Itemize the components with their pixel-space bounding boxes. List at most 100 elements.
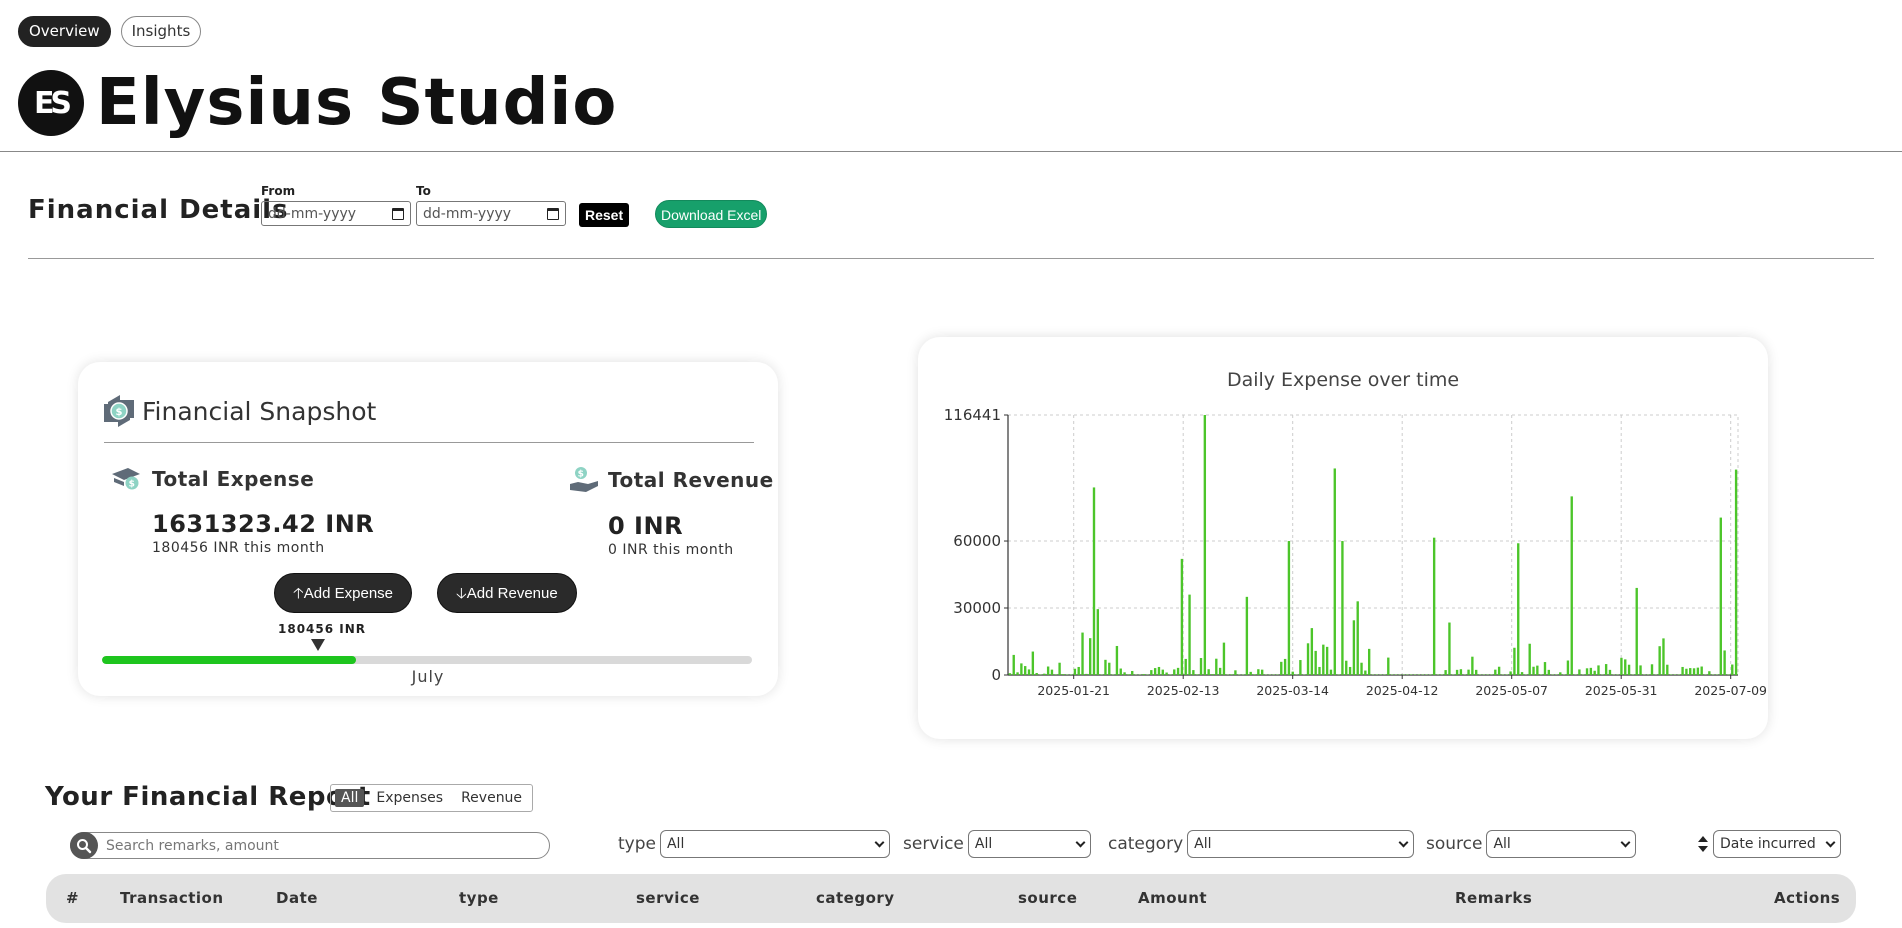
expense-bar	[1012, 654, 1015, 675]
expense-bar	[1356, 601, 1359, 675]
total-revenue-label: Total Revenue	[608, 468, 774, 492]
expense-bar	[1218, 667, 1222, 675]
expense-bar	[1345, 660, 1348, 675]
expense-bar	[1536, 665, 1539, 675]
report-type-segment: All Expenses Revenue	[330, 784, 534, 812]
download-excel-button[interactable]: Download Excel	[655, 200, 768, 228]
expense-bar	[1681, 666, 1684, 675]
snapshot-title: Financial Snapshot	[142, 396, 377, 426]
expense-bar	[1283, 658, 1287, 675]
segment-all[interactable]: All	[335, 789, 365, 807]
expense-bar	[1639, 665, 1642, 675]
expense-bar	[1513, 647, 1516, 675]
column-header-type: type	[459, 889, 499, 907]
expense-bar	[1104, 659, 1107, 675]
expense-bar	[1046, 666, 1050, 675]
expense-bar	[1211, 674, 1214, 675]
expense-bar	[1058, 662, 1061, 675]
expense-bar	[1203, 415, 1207, 675]
expense-bar	[1352, 620, 1356, 675]
expense-bar	[1092, 487, 1096, 675]
column-header-category: category	[816, 889, 895, 907]
expense-bar	[1692, 668, 1696, 675]
segment-revenue[interactable]: Revenue	[455, 789, 528, 807]
add-expense-button[interactable]: 🡡Add Expense	[274, 573, 413, 613]
sort-icon[interactable]	[1697, 835, 1709, 853]
calendar-icon[interactable]	[392, 207, 404, 220]
source-select[interactable]: All	[1486, 830, 1637, 858]
expense-bar	[1585, 668, 1589, 675]
arrow-up-icon: 🡡	[293, 585, 304, 602]
x-tick-label: 2025-02-13	[1147, 683, 1220, 698]
expense-bar	[1494, 669, 1497, 675]
table-header: # Transaction Date type service category…	[46, 874, 1856, 923]
expense-bar	[1589, 667, 1593, 675]
expense-bar	[1176, 667, 1180, 675]
total-expense-label: Total Expense	[152, 467, 315, 491]
add-expense-label: Add Expense	[303, 585, 394, 602]
to-date-input[interactable]: dd-mm-yyyy	[416, 201, 566, 226]
expense-bar	[1153, 668, 1157, 675]
search-input[interactable]: Search remarks, amount	[70, 832, 550, 859]
column-header-source: source	[1018, 889, 1078, 907]
expense-bar	[1119, 668, 1122, 675]
expense-bar	[1620, 657, 1623, 675]
snapshot-header: $ Financial Snapshot	[102, 392, 376, 430]
arrow-down-icon: 🡣	[456, 585, 467, 602]
source-filter-label: source	[1426, 834, 1483, 854]
expense-bar	[1528, 643, 1531, 675]
category-select[interactable]: All	[1187, 830, 1415, 858]
financial-snapshot-card: $ Financial Snapshot $ Total Expense 163…	[78, 362, 778, 696]
tab-overview[interactable]: Overview	[18, 16, 111, 47]
expense-bar	[1731, 664, 1734, 675]
type-select[interactable]: All	[659, 830, 890, 858]
expense-bar	[1245, 596, 1249, 675]
sort-select[interactable]: Date incurred	[1713, 830, 1841, 858]
category-filter: category All	[1108, 830, 1415, 858]
add-revenue-label: Add Revenue	[466, 585, 558, 602]
expense-bar	[1142, 674, 1145, 675]
expense-bar	[1230, 674, 1233, 675]
svg-text:$: $	[129, 480, 136, 490]
expense-bar	[1559, 672, 1562, 675]
total-revenue-value: 0 INR	[608, 512, 684, 540]
svg-text:$: $	[116, 407, 123, 418]
reset-button[interactable]: Reset	[579, 203, 630, 227]
expense-bar	[1215, 658, 1218, 675]
sort-control: Date incurred	[1697, 830, 1841, 858]
service-select[interactable]: All	[967, 830, 1091, 858]
expense-bar	[1325, 646, 1329, 675]
expense-bar	[1597, 665, 1600, 675]
from-date-input[interactable]: dd-mm-yyyy	[261, 201, 411, 226]
tab-insights[interactable]: Insights	[120, 16, 202, 47]
type-filter: type All	[618, 830, 890, 858]
header-divider	[0, 151, 1902, 152]
expense-bar	[1161, 669, 1164, 675]
expense-bar	[1260, 669, 1264, 675]
column-header-number: #	[66, 889, 80, 907]
expense-bar	[1280, 661, 1283, 675]
financial-details-title: Financial Details	[28, 195, 289, 225]
column-header-remarks: Remarks	[1455, 889, 1533, 907]
expense-bar	[1662, 638, 1665, 675]
calendar-icon[interactable]	[547, 207, 559, 220]
expense-bar	[1333, 468, 1336, 675]
expense-bar	[1165, 672, 1168, 675]
total-expense-header: $ Total Expense	[110, 466, 374, 492]
expense-bar	[1734, 469, 1738, 675]
expense-bar	[1444, 670, 1447, 675]
expense-bar	[1700, 666, 1703, 675]
add-revenue-button[interactable]: 🡣Add Revenue	[437, 573, 577, 613]
expense-bar	[1173, 669, 1176, 675]
expense-bar	[1448, 622, 1451, 675]
expense-bar	[1306, 643, 1310, 675]
expense-bar	[1708, 671, 1711, 675]
expense-bar	[1624, 659, 1627, 675]
expense-bar	[1497, 666, 1501, 675]
money-cycle-icon: $	[104, 395, 134, 427]
search-icon[interactable]	[70, 832, 98, 859]
expense-bar	[1054, 674, 1057, 675]
segment-expenses[interactable]: Expenses	[370, 789, 449, 807]
expense-bar	[1604, 664, 1608, 675]
expense-bar	[1027, 669, 1031, 675]
